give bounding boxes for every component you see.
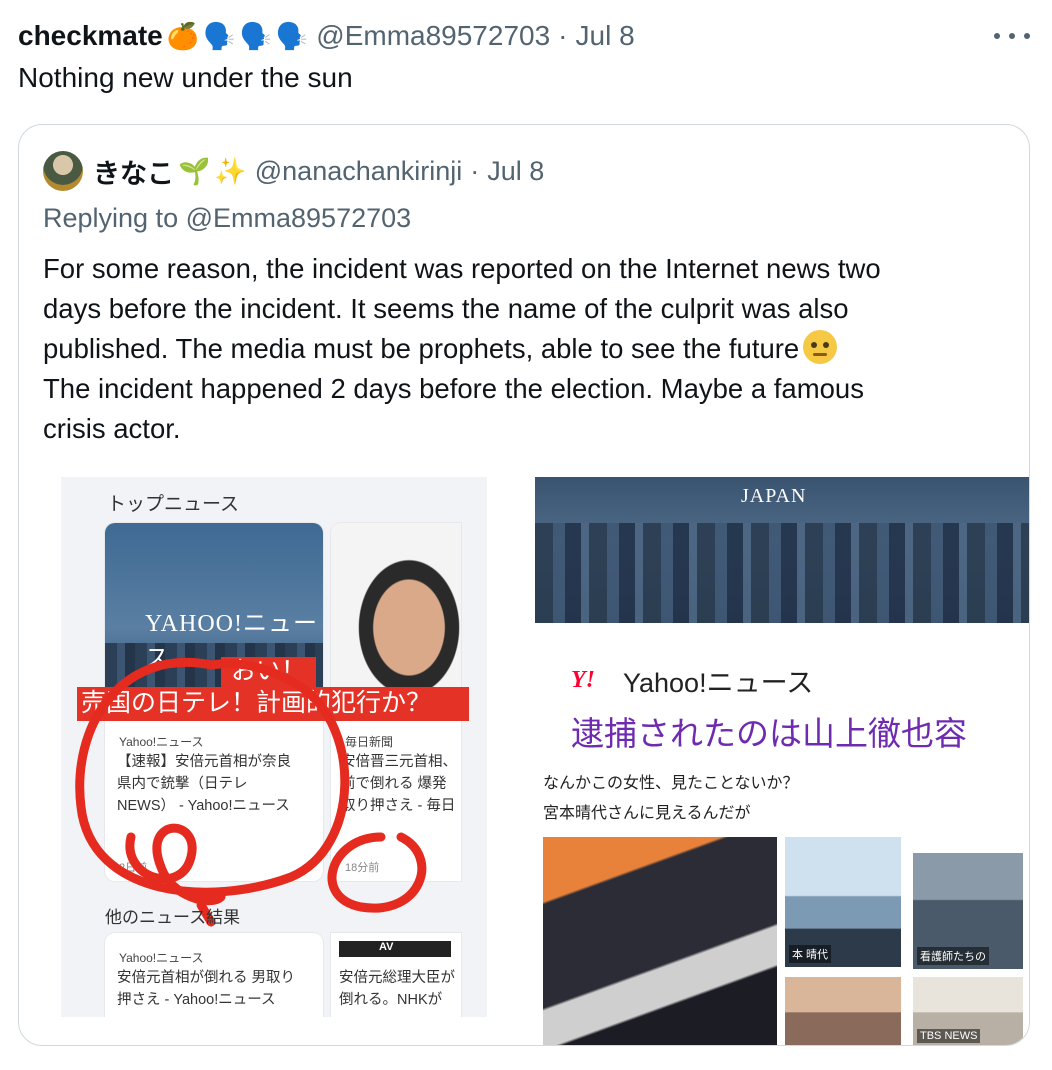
news-thumbnail: TBS NEWS — [913, 977, 1023, 1045]
quoted-tweet-date: Jul 8 — [487, 155, 545, 186]
news-headline-line: 倒れる。NHKが — [339, 992, 443, 1008]
quoted-tweet-header: きなこ 🌱 ✨ @nanachankirinji · Jul 8 — [43, 151, 544, 191]
body-line: published. The media must be prophets, a… — [43, 329, 1003, 369]
yahoo-banner-image: JAPAN — [535, 477, 1029, 623]
media-image-left[interactable]: トップニュース YAHOO!ニュース Yahoo!ニュース 【速報】安倍元首相が… — [61, 477, 487, 1017]
author-handle[interactable]: @Emma89572703 — [316, 20, 550, 52]
replying-prefix: Replying to — [43, 203, 179, 233]
news-source: Yahoo!ニュース — [623, 668, 814, 698]
news-headline-line: 押さえ - Yahoo!ニュース — [117, 992, 276, 1008]
orange-emoji-icon: 🍊 — [166, 21, 200, 51]
meta-separator: · — [470, 155, 480, 186]
news-card: Yahoo!ニュース 安倍元首相が倒れる 男取り 押さえ - Yahoo!ニュー… — [105, 933, 323, 1017]
news-card: AV 安倍元総理大臣が 倒れる。NHKが — [331, 933, 461, 1017]
speaking-head-emoji-icon: 🗣️ — [203, 21, 236, 51]
quoted-author-name: きなこ — [93, 158, 174, 189]
media-image-right-bottom[interactable]: なんかこの女性、見たことないか？ 宮本晴代さんに見えるんだが 本 晴代 看護師た… — [527, 763, 1029, 1045]
news-headline-line: 安倍元総理大臣が — [339, 970, 455, 986]
body-line: The incident happened 2 days before the … — [43, 373, 864, 404]
news-source-badge: AV — [339, 941, 451, 957]
meta-separator: · — [558, 20, 568, 51]
news-headline: 逮捕されたのは山上徹也容 — [571, 715, 967, 752]
replying-to-handle[interactable]: @Emma89572703 — [186, 203, 412, 233]
quoted-author-handle: @nanachankirinji — [254, 155, 463, 186]
post-text-line: なんかこの女性、見たことないか？ — [543, 775, 799, 792]
news-thumbnail: 本 晴代 — [785, 837, 901, 967]
body-line: crisis actor. — [43, 413, 181, 444]
yahoo-y-logo-icon: Y! — [571, 667, 595, 693]
thumbnail-caption: TBS NEWS — [917, 1029, 981, 1043]
post-text-line: 宮本晴代さんに見えるんだが — [543, 805, 751, 822]
seedling-emoji-icon: 🌱 — [178, 156, 211, 186]
quoted-tweet-text: For some reason, the incident was report… — [43, 249, 1003, 449]
body-line: For some reason, the incident was report… — [43, 253, 881, 284]
yahoo-japan-logo: JAPAN — [741, 485, 807, 507]
speaking-head-emoji-icon: 🗣️ — [239, 21, 272, 51]
avatar[interactable] — [43, 151, 83, 191]
quoted-tweet-card[interactable]: きなこ 🌱 ✨ @nanachankirinji · Jul 8 Replyin… — [18, 124, 1030, 1046]
speaking-head-emoji-icon: 🗣️ — [275, 21, 309, 51]
thumbnail-caption: 看護師たちの — [917, 947, 989, 965]
news-source: Yahoo!ニュース — [119, 951, 204, 965]
rolling-eyes-emoji-icon — [803, 330, 838, 364]
thumbnail-caption: 本 晴代 — [789, 945, 832, 963]
tweet-text: Nothing new under the sun — [18, 62, 353, 93]
other-news-heading: 他のニュース結果 — [105, 908, 241, 927]
replying-to-line: Replying to @Emma89572703 — [43, 203, 411, 234]
tweet-header: checkmate 🍊 🗣️ 🗣️ 🗣️ @Emma89572703 · Jul… — [18, 16, 1030, 56]
media-image-right-top[interactable]: JAPAN Y! Yahoo!ニュース 逮捕されたのは山上徹也容 — [535, 477, 1029, 755]
author-name[interactable]: checkmate — [18, 20, 163, 52]
body-line-text: published. The media must be prophets, a… — [43, 333, 800, 364]
tweet-date[interactable]: Jul 8 — [576, 20, 635, 52]
news-headline-line: 安倍元首相が倒れる 男取り — [117, 970, 296, 986]
news-thumbnail — [785, 977, 901, 1045]
city-skyline — [535, 523, 1029, 623]
news-thumbnail: 看護師たちの — [913, 853, 1023, 969]
sparkles-emoji-icon: ✨ — [214, 156, 247, 186]
more-options-icon[interactable] — [994, 24, 1030, 48]
body-line: days before the incident. It seems the n… — [43, 293, 849, 324]
incident-photo — [543, 837, 777, 1045]
